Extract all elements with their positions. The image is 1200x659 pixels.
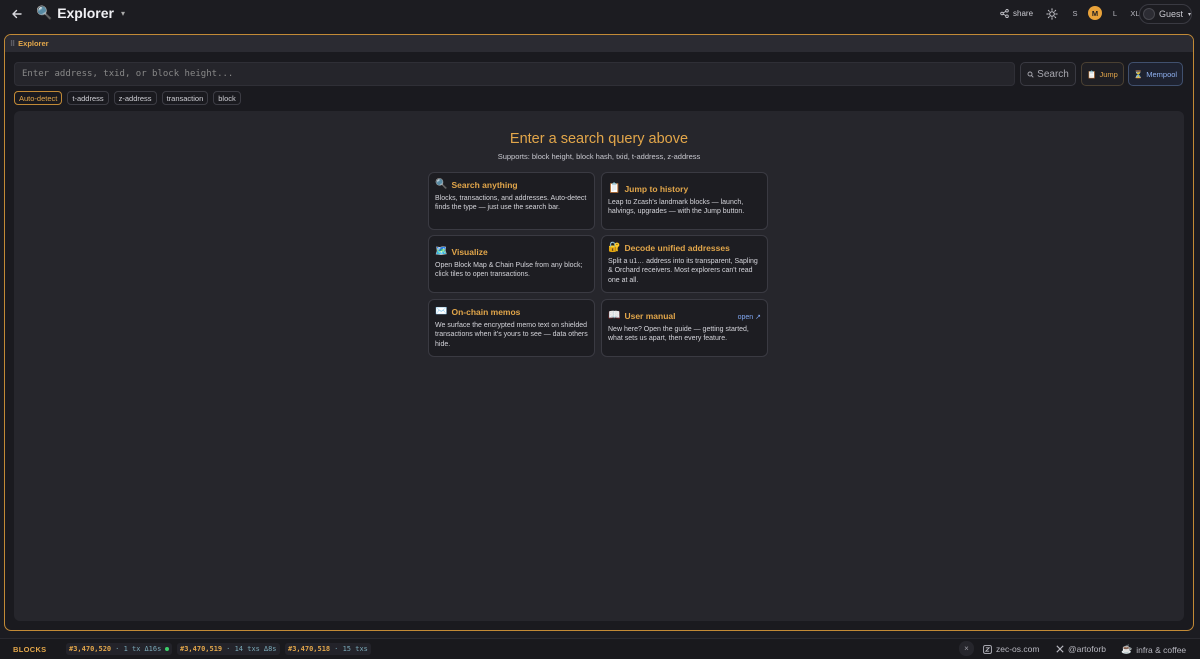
block-txs: · 15 txs xyxy=(334,645,368,653)
drag-handle-icon[interactable]: ⠿ xyxy=(10,40,15,48)
chevron-down-icon: ▾ xyxy=(1187,11,1191,18)
explorer-window: ⠿ Explorer Enter address, txid, or block… xyxy=(4,34,1194,631)
footer-link-label: zec-os.com xyxy=(996,644,1040,654)
search-row: Enter address, txid, or block height... … xyxy=(14,62,1184,87)
open-manual-link[interactable]: open ↗ xyxy=(738,313,761,321)
mempool-button-label: Mempool xyxy=(1146,69,1178,79)
block-ticker-item[interactable]: #3,470,519 · 14 txs Δ8s xyxy=(177,643,280,655)
lock-key-icon: 🔐 xyxy=(608,242,621,253)
book-icon: 📖 xyxy=(608,310,621,321)
search-input[interactable]: Enter address, txid, or block height... xyxy=(14,62,1015,86)
map-icon: 🗺️ xyxy=(435,246,448,257)
clipboard-icon: 📋 xyxy=(608,183,621,194)
filter-chips: Auto-detect t-address z-address transact… xyxy=(14,91,241,105)
clipboard-icon: 📋 xyxy=(1087,69,1097,79)
filter-t-address[interactable]: t-address xyxy=(67,91,109,105)
x-logo-icon xyxy=(1056,645,1064,653)
magnifier-icon: 🔍 xyxy=(36,5,53,20)
feature-card-manual[interactable]: 📖 User manual open ↗ New here? Open the g… xyxy=(601,299,768,357)
empty-state-title: Enter a search query above xyxy=(509,131,689,147)
block-ticker-item[interactable]: #3,470,520 · 1 tx Δ16s xyxy=(66,643,173,655)
sun-icon[interactable] xyxy=(1046,8,1058,20)
footer-link-site[interactable]: zec-os.com xyxy=(983,644,1039,654)
search-icon xyxy=(1027,71,1034,78)
footer-link-label: infra & coffee xyxy=(1136,644,1187,655)
magnifier-icon: 🔍 xyxy=(435,179,448,190)
empty-state-subtitle: Supports: block height, block hash, txid… xyxy=(497,152,701,161)
card-body: Blocks, transactions, and addresses. Aut… xyxy=(435,195,587,212)
card-title: Jump to history xyxy=(624,184,689,194)
live-indicator-icon xyxy=(165,647,170,651)
chevron-down-icon: ▾ xyxy=(121,8,126,18)
back-arrow-icon[interactable] xyxy=(10,7,24,21)
site-icon xyxy=(983,644,992,654)
card-title: On-chain memos xyxy=(451,307,521,317)
feature-card-memos[interactable]: ✉️ On-chain memos We surface the encrypte… xyxy=(428,299,595,357)
window-header[interactable]: ⠿ Explorer xyxy=(5,35,1193,52)
card-body: Leap to Zcash's landmark blocks — launch… xyxy=(608,199,745,216)
avatar xyxy=(1143,8,1155,20)
blocks-label: BLOCKS xyxy=(13,645,47,654)
footer-link-label: @artoforb xyxy=(1068,644,1106,654)
block-txs: · 1 tx xyxy=(115,645,141,653)
results-panel: Enter a search query above Supports: blo… xyxy=(14,111,1184,621)
app-title-text: Explorer xyxy=(57,5,114,21)
filter-transaction[interactable]: transaction xyxy=(161,91,209,105)
card-body: New here? Open the guide — getting start… xyxy=(608,326,749,343)
filter-z-address[interactable]: z-address xyxy=(113,91,157,105)
size-m-button[interactable]: M xyxy=(1088,6,1102,20)
coffee-icon: ☕ xyxy=(1121,644,1133,654)
share-label: share xyxy=(1013,9,1034,18)
footer-link-x[interactable]: @artoforb xyxy=(1056,644,1106,654)
user-label: Guest xyxy=(1158,9,1183,19)
block-txs: · 14 txs xyxy=(226,645,260,653)
card-body: We surface the encrypted memo text on sh… xyxy=(435,322,588,348)
card-title: Decode unified addresses xyxy=(624,243,730,253)
filter-auto-detect[interactable]: Auto-detect xyxy=(14,91,63,105)
filter-block[interactable]: block xyxy=(213,91,241,105)
card-title: Visualize xyxy=(451,247,488,257)
jump-button[interactable]: 📋 Jump xyxy=(1081,62,1124,86)
feature-card-search[interactable]: 🔍 Search anything Blocks, transactions, a… xyxy=(428,172,595,230)
hourglass-icon: ⏳ xyxy=(1133,69,1144,79)
feature-card-jump[interactable]: 📋 Jump to history Leap to Zcash's landmar… xyxy=(601,172,768,230)
feature-card-decode[interactable]: 🔐 Decode unified addresses Split a u1… ad… xyxy=(601,235,768,293)
search-button-label: Search xyxy=(1037,68,1069,80)
block-height: #3,470,520 xyxy=(69,645,112,653)
block-height: #3,470,518 xyxy=(288,645,331,653)
size-l-button[interactable]: L xyxy=(1108,6,1122,20)
mempool-button[interactable]: ⏳ Mempool xyxy=(1128,62,1183,86)
user-menu-button[interactable]: Guest ▾ xyxy=(1139,4,1192,24)
block-ticker-item[interactable]: #3,470,518 · 15 txs xyxy=(285,643,371,655)
top-bar: 🔍 Explorer ▾ share S M L XL Guest ▾ xyxy=(0,0,1200,30)
bottom-bar: BLOCKS #3,470,520 · 1 tx Δ16s #3,470,519… xyxy=(0,638,1200,659)
size-selector: S M L XL xyxy=(1068,6,1142,20)
card-body: Split a u1… address into its transparent… xyxy=(608,258,758,284)
envelope-icon: ✉️ xyxy=(435,306,448,317)
block-height: #3,470,519 xyxy=(180,645,223,653)
block-age: Δ8s xyxy=(263,645,277,653)
share-icon xyxy=(1000,9,1009,18)
size-s-button[interactable]: S xyxy=(1068,6,1082,20)
footer-link-coffee[interactable]: ☕ infra & coffee xyxy=(1121,644,1186,655)
jump-button-label: Jump xyxy=(1099,69,1118,79)
card-body: Open Block Map & Chain Pulse from any bl… xyxy=(435,262,583,279)
feature-card-visualize[interactable]: 🗺️ Visualize Open Block Map & Chain Pulse… xyxy=(428,235,595,293)
block-age: Δ16s xyxy=(144,645,162,653)
card-title: Search anything xyxy=(451,180,518,190)
app-title[interactable]: 🔍 Explorer ▾ xyxy=(36,5,125,21)
window-title: Explorer xyxy=(18,39,49,48)
card-title: User manual xyxy=(624,311,676,321)
search-button[interactable]: Search xyxy=(1020,62,1076,86)
share-button[interactable]: share xyxy=(1000,9,1033,18)
close-ticker-button[interactable]: × xyxy=(959,641,974,656)
